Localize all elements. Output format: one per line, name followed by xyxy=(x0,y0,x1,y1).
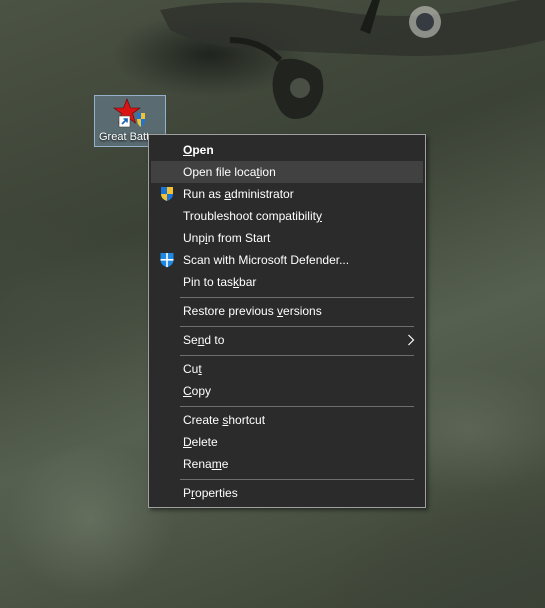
defender-icon xyxy=(160,253,174,268)
menu-item-label: Restore previous versions xyxy=(183,304,322,318)
menu-item-restore-previous-versions[interactable]: Restore previous versions xyxy=(151,300,423,322)
menu-item-label: Run as administrator xyxy=(183,187,294,201)
chevron-right-icon xyxy=(408,334,415,346)
menu-item-label: Cut xyxy=(183,362,202,376)
menu-item-label: Scan with Microsoft Defender... xyxy=(183,253,350,267)
menu-item-open-file-location[interactable]: Open file location xyxy=(151,161,423,183)
shortcut-arrow-icon xyxy=(118,115,131,128)
menu-item-run-as-administrator[interactable]: Run as administrator xyxy=(151,183,423,205)
menu-separator xyxy=(180,326,414,327)
menu-item-properties[interactable]: Properties xyxy=(151,482,423,504)
menu-item-scan-with-defender[interactable]: Scan with Microsoft Defender... xyxy=(151,249,423,271)
game-star-icon xyxy=(113,98,145,128)
menu-item-label: Rename xyxy=(183,457,229,471)
menu-item-label: Troubleshoot compatibility xyxy=(183,209,322,223)
menu-item-create-shortcut[interactable]: Create shortcut xyxy=(151,409,423,431)
menu-separator xyxy=(180,297,414,298)
wallpaper-airplane xyxy=(160,0,545,119)
menu-item-troubleshoot-compatibility[interactable]: Troubleshoot compatibility xyxy=(151,205,423,227)
menu-item-rename[interactable]: Rename xyxy=(151,453,423,475)
menu-item-label: Unpin from Start xyxy=(183,231,271,245)
context-menu: Open Open file location Run as administr… xyxy=(148,134,426,508)
menu-separator xyxy=(180,355,414,356)
menu-item-label: Create shortcut xyxy=(183,413,266,427)
menu-item-label: Open file location xyxy=(183,165,276,179)
menu-separator xyxy=(180,406,414,407)
menu-item-send-to[interactable]: Send to xyxy=(151,329,423,351)
menu-item-label: Send to xyxy=(183,333,225,347)
uac-shield-icon xyxy=(137,113,145,127)
menu-item-label: Open xyxy=(183,143,214,157)
menu-item-delete[interactable]: Delete xyxy=(151,431,423,453)
menu-item-label: Copy xyxy=(183,384,212,398)
menu-separator xyxy=(180,479,414,480)
menu-item-copy[interactable]: Copy xyxy=(151,380,423,402)
menu-item-unpin-from-start[interactable]: Unpin from Start xyxy=(151,227,423,249)
menu-item-label: Delete xyxy=(183,435,218,449)
menu-item-label: Pin to taskbar xyxy=(183,275,257,289)
menu-item-pin-to-taskbar[interactable]: Pin to taskbar xyxy=(151,271,423,293)
menu-item-cut[interactable]: Cut xyxy=(151,358,423,380)
uac-shield-icon xyxy=(161,187,173,201)
menu-item-open[interactable]: Open xyxy=(151,139,423,161)
menu-item-label: Properties xyxy=(183,486,238,500)
